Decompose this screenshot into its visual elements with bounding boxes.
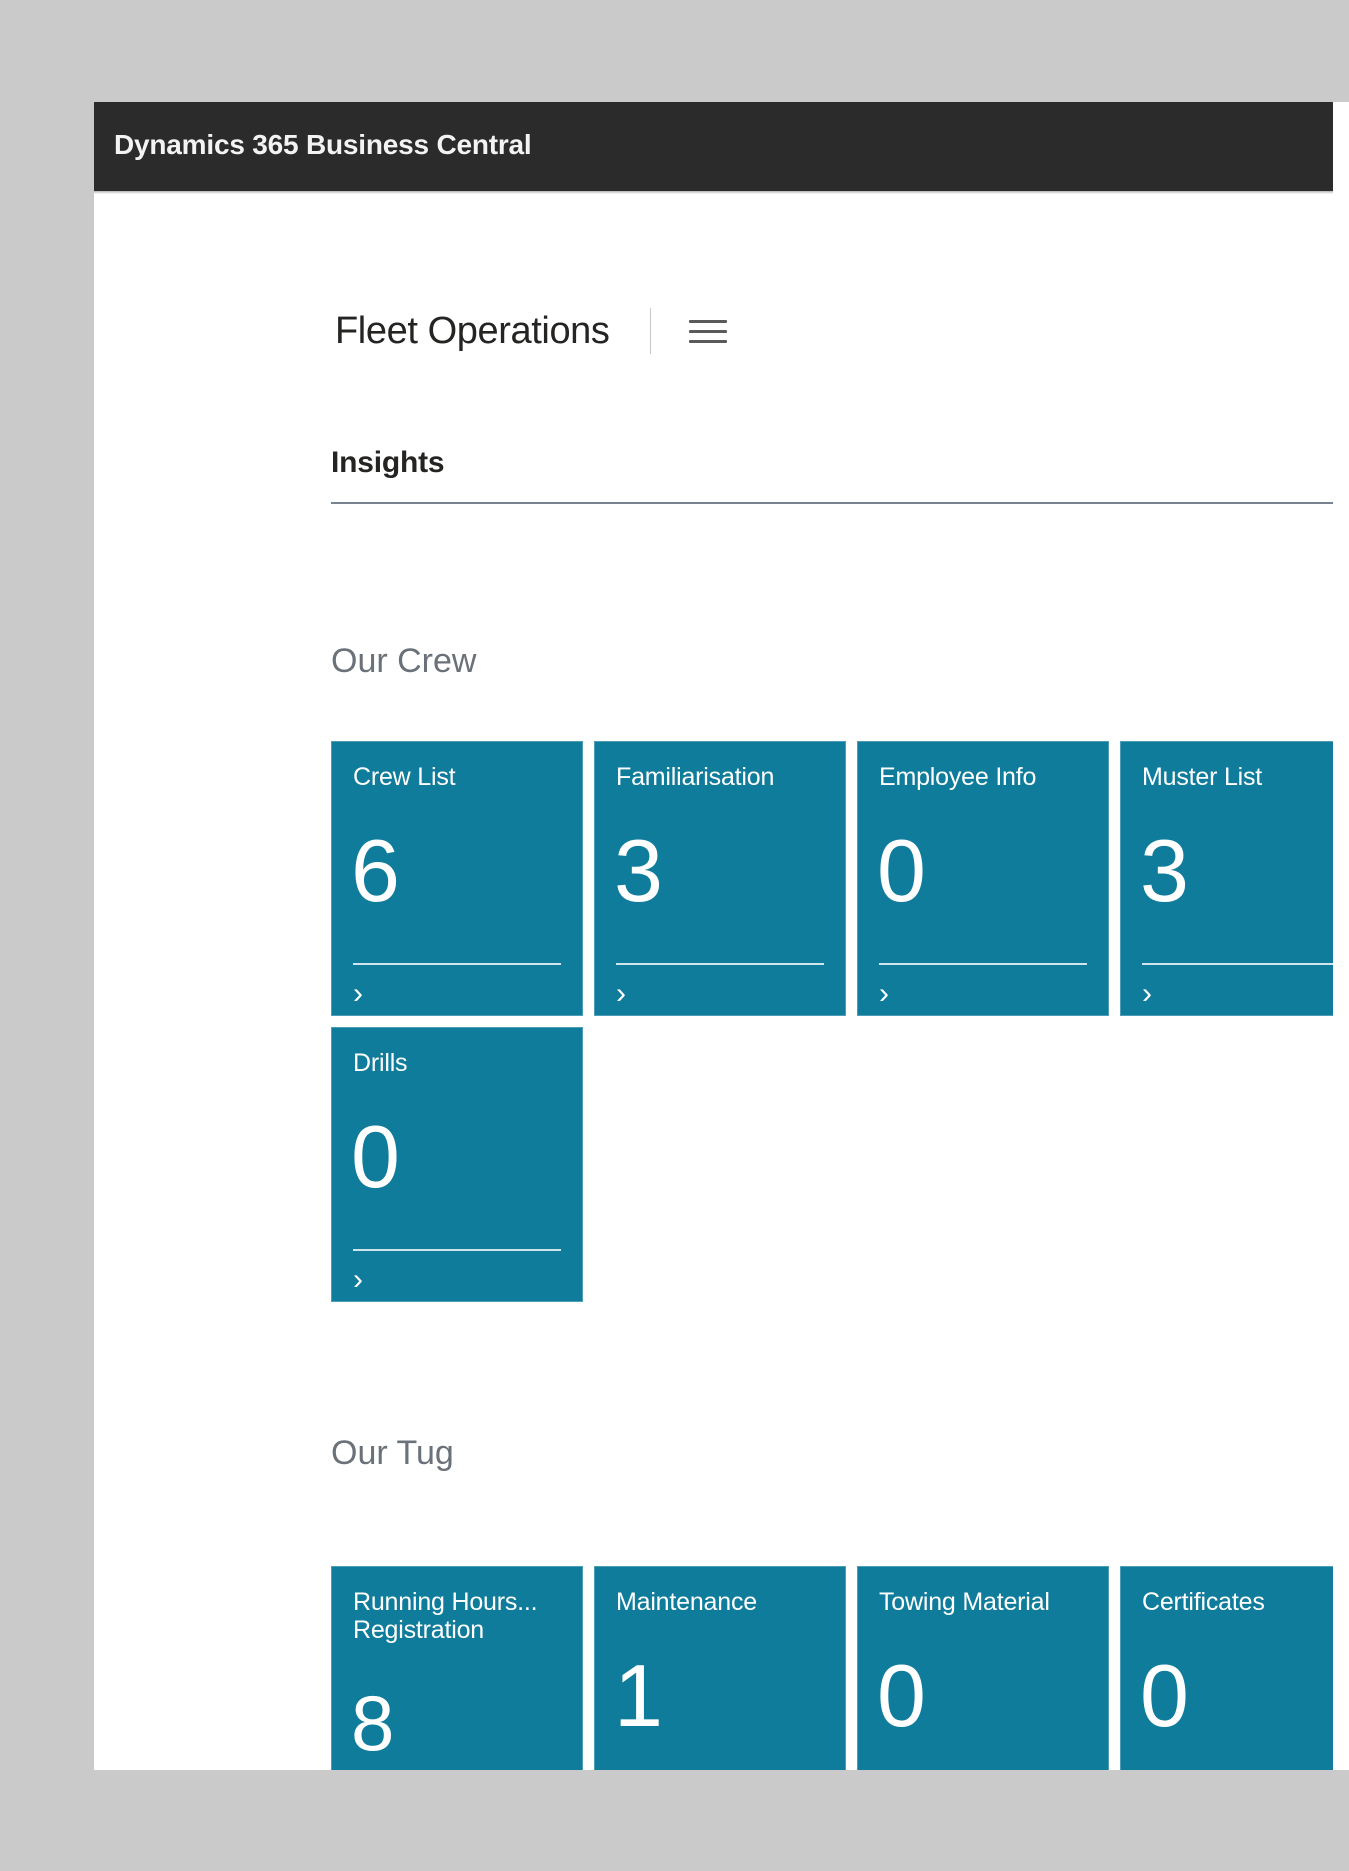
kpi-tile-divider: [879, 963, 1087, 965]
kpi-tile-title: Drills: [353, 1049, 408, 1077]
kpi-tile-value: 0: [877, 821, 926, 920]
chevron-right-icon[interactable]: ›: [616, 979, 626, 1009]
kpi-tile-value: 0: [351, 1107, 400, 1206]
tile-row: Crew List 6 › Familiarisation 3 › Employee Inf…: [331, 741, 1349, 1016]
kpi-tile-divider: [353, 963, 561, 965]
page-body: Fleet Operations Insights Our Crew Crew …: [94, 194, 1349, 1770]
kpi-tile-value: 8: [351, 1679, 394, 1767]
chevron-right-icon[interactable]: ›: [353, 979, 363, 1009]
kpi-tile-title: Running Hours... Registration: [353, 1588, 538, 1644]
kpi-tile[interactable]: Employee Info 0 ›: [857, 741, 1109, 1016]
hamburger-bar: [688, 329, 727, 333]
kpi-tile-title: Employee Info: [879, 763, 1037, 791]
kpi-tile-value: 0: [877, 1646, 926, 1745]
kpi-tile-title: Towing Material: [879, 1588, 1050, 1616]
group-heading-our-tug: Our Tug: [331, 1434, 454, 1472]
device-frame-bottom: [0, 1774, 1349, 1871]
kpi-tile[interactable]: Drills 0 ›: [331, 1027, 583, 1302]
app-window: Dynamics 365 Business Central Fleet Oper…: [94, 102, 1349, 1770]
tile-row: Running Hours...Registration8›Maintenanc…: [331, 1566, 1349, 1770]
kpi-tile-value: 0: [1140, 1646, 1189, 1745]
kpi-tile-title: Certificates: [1142, 1588, 1265, 1616]
hamburger-bar: [688, 339, 727, 343]
kpi-tile-divider: [353, 1249, 561, 1251]
kpi-tile-value: 1: [614, 1646, 663, 1745]
tile-row: Drills 0 ›: [331, 1027, 583, 1302]
kpi-tile-title: Muster List: [1142, 763, 1263, 791]
kpi-tile[interactable]: Crew List 6 ›: [331, 741, 583, 1016]
hamburger-menu-icon[interactable]: [688, 311, 733, 351]
kpi-tile-value: 3: [1140, 821, 1189, 920]
window-right-fill: [1333, 102, 1349, 1770]
page-title: Fleet Operations: [335, 309, 610, 352]
chevron-right-icon[interactable]: ›: [353, 1265, 363, 1295]
kpi-tile[interactable]: Maintenance1›: [594, 1566, 846, 1770]
insights-section: Insights: [331, 446, 1349, 504]
kpi-tile[interactable]: Running Hours...Registration8›: [331, 1566, 583, 1770]
kpi-tile-divider: [616, 963, 824, 965]
hamburger-bar: [688, 319, 727, 323]
kpi-tile-divider: [1142, 963, 1349, 965]
app-header-bar: Dynamics 365 Business Central: [94, 102, 1349, 191]
group-heading-our-crew: Our Crew: [331, 642, 477, 680]
kpi-tile[interactable]: Muster List 3 ›: [1120, 741, 1349, 1016]
insights-divider: [331, 502, 1349, 504]
title-divider: [649, 308, 651, 354]
kpi-tile[interactable]: Familiarisation 3 ›: [594, 741, 846, 1016]
kpi-tile-title: Familiarisation: [616, 763, 775, 791]
chevron-right-icon[interactable]: ›: [879, 979, 889, 1009]
kpi-tile[interactable]: Certificates0›: [1120, 1566, 1349, 1770]
chevron-right-icon[interactable]: ›: [1142, 979, 1152, 1009]
kpi-tile[interactable]: Towing Material0›: [857, 1566, 1109, 1770]
app-title: Dynamics 365 Business Central: [114, 129, 532, 160]
kpi-tile-title: Maintenance: [616, 1588, 757, 1616]
kpi-tile-title: Crew List: [353, 763, 456, 791]
kpi-tile-value: 3: [614, 821, 663, 920]
insights-heading: Insights: [331, 446, 445, 479]
page-header: Fleet Operations: [335, 304, 733, 358]
kpi-tile-value: 6: [351, 821, 400, 920]
